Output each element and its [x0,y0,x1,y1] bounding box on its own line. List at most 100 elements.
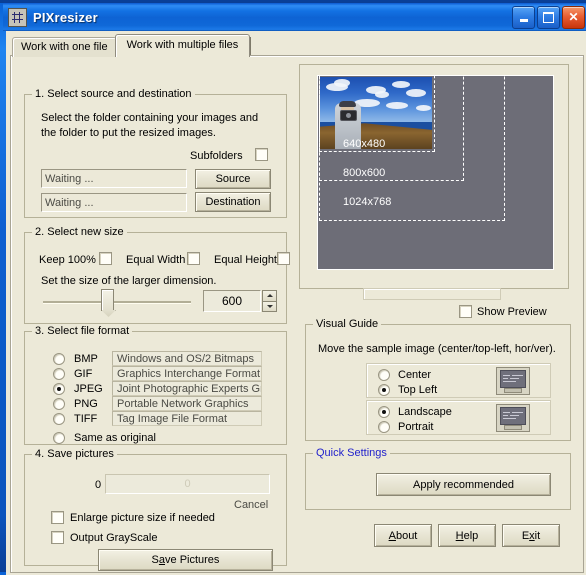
format-radio-bmp[interactable] [53,353,65,365]
format-desc-jpeg: Joint Photographic Experts Group [112,381,262,396]
application-window: PIXresizer ✕ Work with one file Work wit… [0,0,586,575]
save-pictures-label-post: ve Pictures [165,554,220,566]
output-grayscale-checkbox[interactable] [51,531,64,544]
group2-title: 2. Select new size [32,226,127,238]
exit-button[interactable]: Ex it [502,524,560,547]
format-desc-bmp: Windows and OS/2 Bitmaps [112,351,262,366]
format-radio-jpeg[interactable] [53,383,65,395]
monitor-icon [496,404,530,432]
destination-button[interactable]: Destination [195,192,271,212]
enlarge-picture-checkbox[interactable] [51,511,64,524]
monitor-icon [496,367,530,395]
visual-guide-title: Visual Guide [313,318,382,330]
window-title: PIXresizer [33,9,98,25]
close-button[interactable]: ✕ [562,6,585,29]
show-preview-checkbox[interactable] [459,305,472,318]
tab-work-with-one-file[interactable]: Work with one file [12,37,117,57]
title-bar: PIXresizer ✕ [3,3,586,31]
tab-page-multiple-files: 1. Select source and destination Select … [10,55,584,573]
group-select-file-format: 3. Select file format BMP Windows and OS… [24,325,287,445]
format-radio-png[interactable] [53,398,65,410]
about-label-post: bout [395,529,418,542]
spinner-up-button[interactable] [262,290,277,301]
format-desc-gif: Graphics Interchange Format [112,366,262,381]
tab-work-with-multiple-files[interactable]: Work with multiple files [114,34,251,57]
size-slider-track[interactable] [43,301,191,303]
cloud-shape [392,81,410,88]
keep-100-label: Keep 100% [39,254,96,266]
position-label-top-left: Top Left [398,384,438,396]
show-preview-label: Show Preview [477,306,547,318]
group-save-pictures: 4. Save pictures 0 0 Cancel Enlarge pict… [24,448,287,571]
format-label-png: PNG [74,398,98,410]
format-label-jpeg: JPEG [74,383,103,395]
orientation-label-landscape: Landscape [398,406,452,418]
size-spinner[interactable] [262,290,277,312]
group-select-new-size: 2. Select new size Keep 100% Equal Width… [24,226,290,324]
equal-width-checkbox[interactable] [187,252,200,265]
cancel-label[interactable]: Cancel [234,499,268,511]
size-slider-thumb[interactable] [101,289,114,311]
group-select-source-destination: 1. Select source and destination Select … [24,88,287,218]
about-label-accel: A [388,529,396,542]
format-radio-gif[interactable] [53,368,65,380]
position-options-panel: Center Top Left [366,363,551,398]
source-button[interactable]: Source [195,169,271,189]
keep-100-checkbox[interactable] [99,252,112,265]
size-value-field[interactable]: 600 [203,290,261,312]
enlarge-picture-label: Enlarge picture size if needed [70,512,215,524]
close-icon: ✕ [568,10,579,24]
minimize-icon [519,19,528,22]
format-desc-tiff: Tag Image File Format [112,411,262,426]
visual-guide-instruction: Move the sample image (center/top-left, … [318,343,556,355]
equal-height-checkbox[interactable] [277,252,290,265]
chevron-down-icon [266,304,273,308]
position-label-center: Center [398,369,432,381]
preview-canvas[interactable]: 640x480 800x600 1024x768 [317,75,554,270]
orientation-options-panel: Landscape Portrait [366,400,551,435]
maximize-button[interactable] [537,6,560,29]
about-button[interactable]: About [374,524,432,547]
monitor-stand [504,425,522,430]
format-radio-same-as-original[interactable] [53,432,65,444]
position-radio-center[interactable] [378,369,390,381]
format-label-gif: GIF [74,368,93,380]
spinner-down-button[interactable] [262,300,277,312]
quick-settings-title: Quick Settings [313,447,390,459]
cloud-shape [375,91,389,98]
window-controls: ✕ [512,6,585,29]
monitor-stand [504,388,522,393]
subfolders-checkbox[interactable] [255,148,268,161]
format-label-tiff: TIFF [74,413,98,425]
apply-recommended-button[interactable]: Apply recommended [376,473,551,496]
format-radio-tiff[interactable] [53,413,65,425]
source-desc-line2: the folder to put the resized images. [41,127,216,139]
minimize-button[interactable] [512,6,535,29]
maximize-icon [543,12,554,23]
group4-title: 4. Save pictures [32,448,117,460]
app-grid-icon [8,7,27,27]
orientation-radio-portrait[interactable] [378,421,390,433]
size-marker-label-1024x768: 1024x768 [343,196,392,208]
position-radio-top-left[interactable] [378,384,390,396]
group-visual-guide: Visual Guide Move the sample image (cent… [305,318,571,441]
tab-strip-edge [250,37,252,57]
source-path-field[interactable]: Waiting ... [41,169,187,188]
destination-path-field[interactable]: Waiting ... [41,193,187,212]
preview-panel: 640x480 800x600 1024x768 [299,64,569,289]
help-label-accel: H [455,529,464,542]
preview-bottom-button[interactable] [363,288,501,300]
orientation-radio-landscape[interactable] [378,406,390,418]
group1-title: 1. Select source and destination [32,88,195,100]
cloud-shape [416,105,431,111]
tab-strip: Work with one file Work with multiple fi… [12,34,252,57]
client-area: Work with one file Work with multiple fi… [6,31,586,575]
sample-image-hat [339,101,356,107]
progress-left-label: 0 [95,479,102,491]
cloud-shape [406,89,426,97]
subfolders-label: Subfolders [190,150,243,162]
chevron-up-icon [266,294,273,298]
help-button[interactable]: Help [438,524,496,547]
orientation-label-portrait: Portrait [398,421,434,433]
save-pictures-button[interactable]: Sa ve Pictures [98,549,273,571]
